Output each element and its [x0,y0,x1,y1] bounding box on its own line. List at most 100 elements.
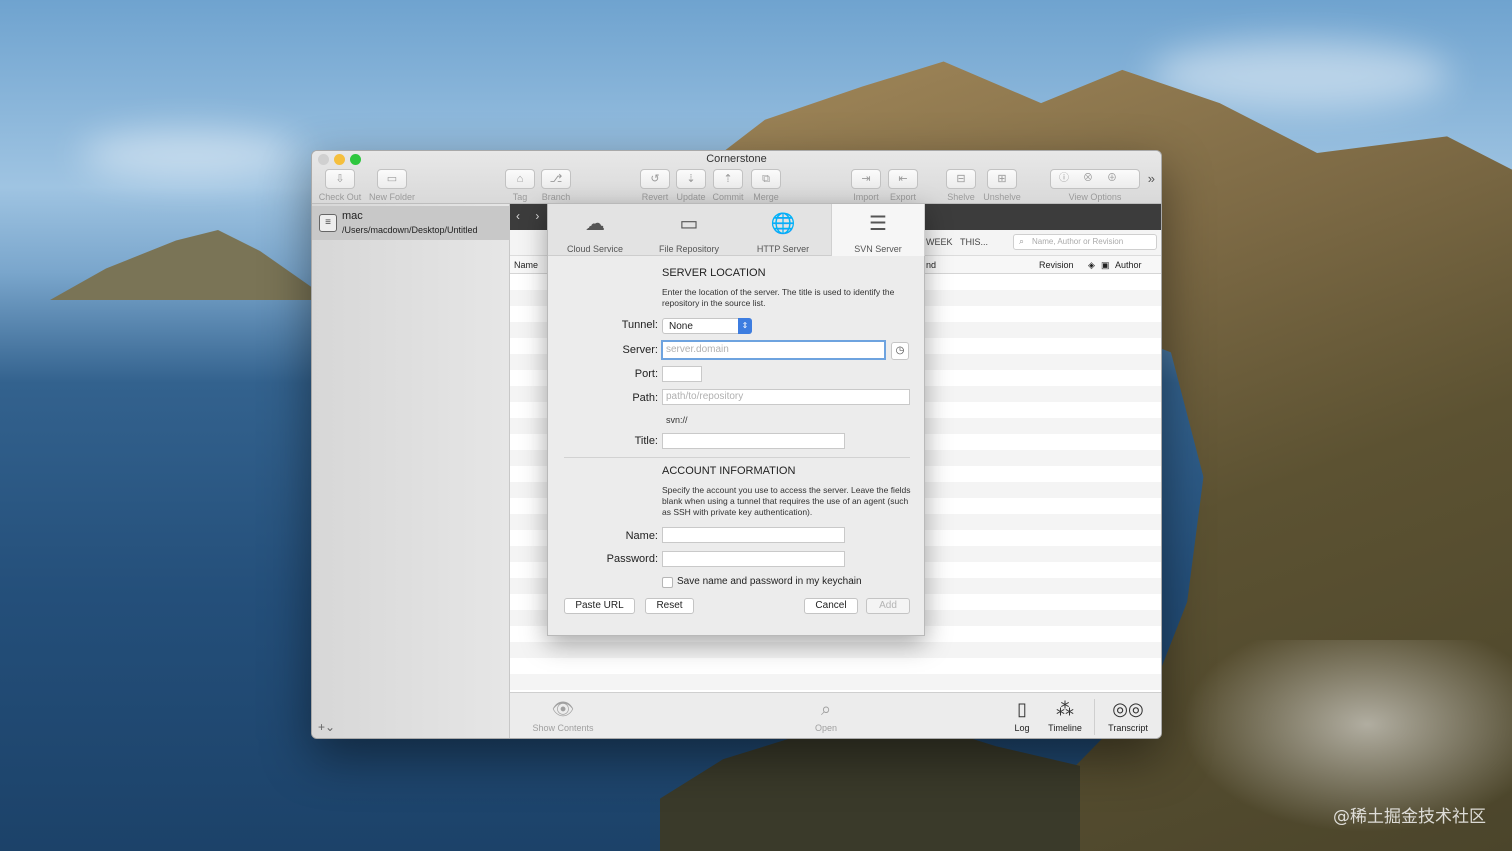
back-forward-icon[interactable]: ‹ › [516,209,545,223]
import-icon: ⇥ [851,169,881,189]
account-heading: ACCOUNT INFORMATION [662,465,796,477]
info-icon: ⓘ [1059,173,1083,184]
check-out-label: Check Out [318,192,362,202]
paste-url-button[interactable]: Paste URL [564,598,635,614]
update-button[interactable]: ⇣ Update [675,169,707,202]
title-input[interactable] [662,433,845,449]
merge-icon: ⧉ [751,169,781,189]
new-folder-button[interactable]: ▭ New Folder [367,169,417,202]
merge-button[interactable]: ⧉ Merge [750,169,782,202]
new-folder-label: New Folder [368,192,415,202]
filter-this[interactable]: THIS... [960,237,988,247]
filter-week[interactable]: WEEK [926,237,953,247]
check-out-icon: ⇩ [325,169,355,189]
tab-svn-server[interactable]: ☰ SVN Server [831,204,925,256]
repository-path: /Users/macdown/Desktop/Untitled [342,225,478,235]
tab-http-server-label: HTTP Server [756,244,810,254]
revert-button[interactable]: ↺ Revert [639,169,671,202]
export-label: Export [889,192,916,202]
password-input[interactable] [662,551,845,567]
update-label: Update [676,192,706,202]
title-label: Title: [634,435,658,447]
tunnel-value: None [669,321,693,332]
log-button[interactable]: ▯ Log [1008,699,1036,733]
cancel-button[interactable]: Cancel [804,598,858,614]
open-label: Open [814,723,838,733]
folder-icon: ▭ [679,213,699,235]
import-label: Import [853,192,879,202]
titlebar: Cornerstone ⇩ Check Out ▭ New Folder ⌂ T… [312,151,1161,204]
ignore-icon: ⊗ [1083,173,1107,184]
merge-label: Merge [753,192,779,202]
cloud-icon: ☁ [585,213,605,235]
show-contents-button[interactable]: 👁 Show Contents [528,699,598,733]
tape-icon: ◎◎ [1112,699,1144,719]
unshelve-button[interactable]: ⊞ Unshelve [981,169,1023,202]
column-partial[interactable]: nd [926,260,936,270]
tab-http-server[interactable]: 🌐 HTTP Server [736,204,830,256]
log-label: Log [1014,723,1030,733]
history-icon[interactable]: ◷ [891,342,909,360]
timeline-icon: ⁂ [1056,699,1074,719]
tag-button[interactable]: ⌂ Tag [505,169,535,202]
column-author[interactable]: Author [1115,260,1142,270]
timeline-button[interactable]: ⁂ Timeline [1043,699,1087,733]
sidebar: ≡ mac /Users/macdown/Desktop/Untitled +⌄ [312,204,510,738]
sidebar-item-repository[interactable]: ≡ mac /Users/macdown/Desktop/Untitled [312,206,510,240]
chevron-updown-icon: ⇕ [738,318,752,334]
add-repository-button[interactable]: +⌄ [318,720,335,734]
commit-label: Commit [712,192,744,202]
show-contents-label: Show Contents [532,723,594,733]
tab-file-repository[interactable]: ▭ File Repository [642,204,736,256]
import-button[interactable]: ⇥ Import [850,169,882,202]
port-input[interactable] [662,366,702,382]
tunnel-select[interactable]: None ⇕ [662,318,752,334]
tab-cloud-service[interactable]: ☁ Cloud Service [548,204,642,256]
folder-icon: ▭ [377,169,407,189]
server-input[interactable]: server.domain [661,340,886,360]
shelve-label: Shelve [947,192,975,202]
url-preview: svn:// [666,415,688,425]
path-input[interactable]: path/to/repository [662,389,910,405]
server-label: Server: [622,344,658,356]
tab-cloud-service-label: Cloud Service [566,244,624,254]
commit-icon: ⇡ [713,169,743,189]
background-island [50,230,330,300]
view-options-group[interactable]: ⓘ⊗⊕ View Options [1050,169,1140,202]
column-revision[interactable]: Revision [1039,260,1074,270]
toolbar-overflow-icon[interactable]: » [1148,171,1155,186]
column-name[interactable]: Name [514,260,538,270]
add-button[interactable]: Add [866,598,910,614]
open-button[interactable]: ⌕ Open [806,699,846,733]
magnifier-icon: ⌕ [820,699,832,719]
bookmark-icon: ▯ [1017,699,1027,719]
repository-icon: ≡ [319,214,337,232]
transcript-label: Transcript [1108,723,1148,733]
commit-button[interactable]: ⇡ Commit [712,169,744,202]
update-icon: ⇣ [676,169,706,189]
watermark: @稀土掘金技术社区 [1333,807,1486,827]
name-input[interactable] [662,527,845,543]
password-label: Password: [606,553,658,565]
account-description: Specify the account you use to access th… [662,485,911,517]
server-location-description: Enter the location of the server. The ti… [662,287,895,308]
search-input[interactable]: ⌕ Name, Author or Revision [1013,234,1157,250]
server-icon: ☰ [869,213,887,235]
reset-button[interactable]: Reset [645,598,694,614]
keychain-checkbox[interactable] [662,577,673,588]
transcript-button[interactable]: ◎◎ Transcript [1104,699,1152,733]
keychain-checkbox-label[interactable]: Save name and password in my keychain [677,576,862,587]
export-button[interactable]: ⇤ Export [887,169,919,202]
tab-svn-server-label: SVN Server [854,244,902,254]
shelve-button[interactable]: ⊟ Shelve [945,169,977,202]
export-icon: ⇤ [888,169,918,189]
add-icon: ⊕ [1107,173,1131,184]
tag-icon: ◈ [1088,260,1095,270]
branch-button[interactable]: ⎇ Branch [540,169,572,202]
view-options-icons: ⓘ⊗⊕ [1050,169,1140,189]
bottom-toolbar: 👁 Show Contents ⌕ Open ▯ Log ⁂ Timeline … [510,692,1161,738]
window-title: Cornerstone [706,153,767,165]
repository-type-tabs: ☁ Cloud Service ▭ File Repository 🌐 HTTP… [548,204,925,256]
revert-icon: ↺ [640,169,670,189]
check-out-button[interactable]: ⇩ Check Out [318,169,362,202]
